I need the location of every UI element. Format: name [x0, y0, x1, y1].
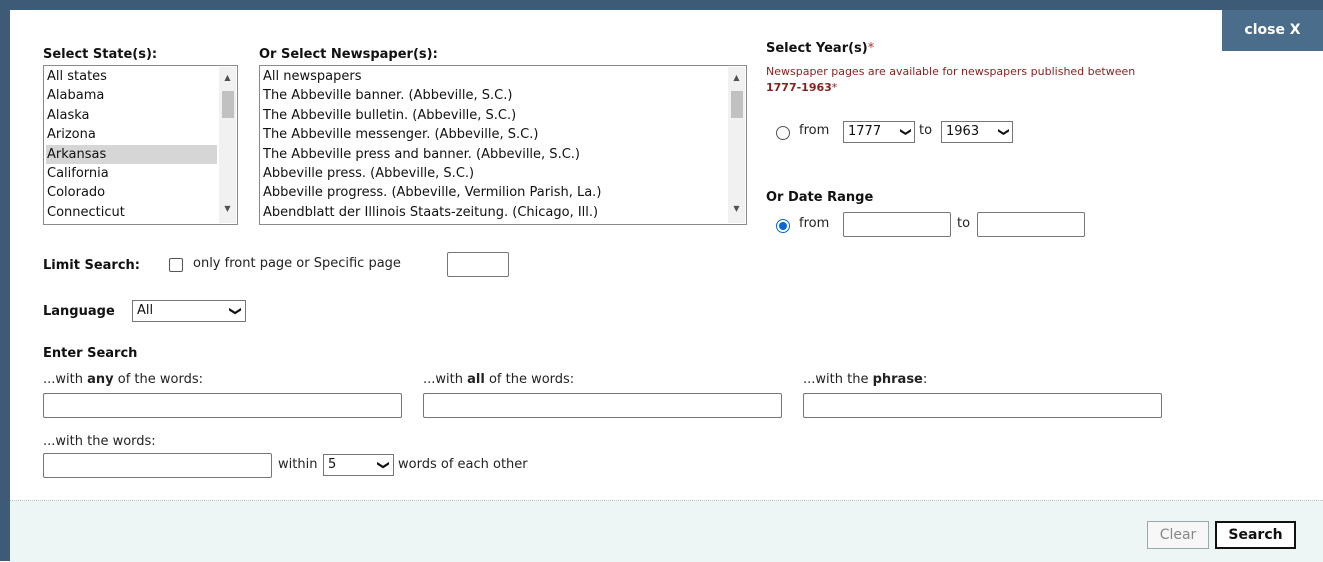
chevron-down-icon: ❯: [899, 127, 913, 137]
chevron-down-icon: ❯: [997, 127, 1011, 137]
newspaper-listbox[interactable]: All newspapers The Abbeville banner. (Abb…: [259, 65, 747, 225]
required-mark: *: [867, 41, 875, 56]
newspaper-option[interactable]: The Abbeville messenger. (Abbeville, S.C…: [262, 125, 726, 144]
search-button[interactable]: Search: [1215, 521, 1296, 549]
front-page-text: only front page or Specific page: [193, 256, 401, 271]
front-page-checkbox[interactable]: [169, 258, 183, 272]
words-of-each-other-label: words of each other: [398, 457, 528, 472]
all-words-input[interactable]: [423, 393, 782, 418]
scroll-down-arrow-icon[interactable]: ▼: [728, 200, 745, 217]
newspaper-select-label: Or Select Newspaper(s):: [259, 47, 438, 62]
state-select-label: Select State(s):: [43, 47, 158, 62]
newspaper-option[interactable]: Abbeville progress. (Abbeville, Vermilio…: [262, 183, 726, 202]
all-words-label: ...with all of the words:: [423, 372, 575, 387]
chevron-down-icon: ❯: [228, 305, 243, 317]
year-from-label: from: [799, 123, 830, 138]
state-listbox[interactable]: All states Alabama Alaska Arizona Arkansas Ca…: [43, 65, 238, 225]
close-button[interactable]: close X: [1222, 10, 1323, 51]
year-select-label: Select Year(s)*: [766, 41, 875, 56]
date-from-input[interactable]: [843, 212, 951, 237]
dialog-top-border: [0, 0, 1323, 10]
enter-search-heading: Enter Search: [43, 346, 138, 361]
state-option[interactable]: California: [46, 164, 217, 183]
language-label: Language: [43, 304, 115, 319]
phrase-label: ...with the phrase:: [803, 372, 928, 387]
newspaper-option[interactable]: Abendblatt der Illinois Staats-zeitung. …: [262, 203, 726, 222]
any-words-label: ...with any of the words:: [43, 372, 204, 387]
state-option[interactable]: Arkansas: [46, 144, 217, 164]
date-to-input[interactable]: [977, 212, 1085, 237]
limit-search-label: Limit Search:: [43, 258, 141, 273]
date-from-label: from: [799, 216, 830, 231]
dialog-footer: [10, 500, 1323, 562]
year-to-select[interactable]: 1963 ❯: [941, 121, 1013, 143]
year-from-select[interactable]: 1777 ❯: [843, 121, 915, 143]
year-to-label: to: [919, 123, 933, 138]
newspaper-list-scrollbar[interactable]: ▲ ▼: [728, 67, 745, 223]
year-range-radio[interactable]: [776, 126, 790, 140]
proximity-distance-select[interactable]: 5 ❯: [323, 454, 394, 476]
scroll-down-arrow-icon[interactable]: ▼: [219, 200, 236, 217]
proximity-words-input[interactable]: [43, 453, 272, 478]
date-to-label: to: [957, 216, 971, 231]
date-range-label: Or Date Range: [766, 190, 874, 205]
state-option[interactable]: Arizona: [46, 125, 217, 144]
state-option[interactable]: Connecticut: [46, 203, 217, 222]
newspaper-option[interactable]: Abbeville press. (Abbeville, S.C.): [262, 164, 726, 183]
scroll-up-arrow-icon[interactable]: ▲: [219, 69, 236, 86]
state-option[interactable]: All states: [46, 67, 217, 86]
chevron-down-icon: ❯: [376, 459, 391, 471]
year-availability-note: Newspaper pages are available for newspa…: [766, 65, 1136, 78]
scroll-thumb[interactable]: [222, 91, 234, 118]
specific-page-input[interactable]: [447, 252, 509, 277]
within-label: within: [278, 457, 318, 472]
newspaper-option[interactable]: The Abbeville press and banner. (Abbevil…: [262, 145, 726, 164]
date-range-radio[interactable]: [776, 219, 790, 233]
newspaper-option[interactable]: The Abbeville bulletin. (Abbeville, S.C.…: [262, 106, 726, 125]
scroll-up-arrow-icon[interactable]: ▲: [728, 69, 745, 86]
year-range-note: 1777-1963*: [766, 81, 838, 94]
scroll-thumb[interactable]: [731, 91, 743, 118]
newspaper-option[interactable]: The Abbeville banner. (Abbeville, S.C.): [262, 86, 726, 105]
phrase-input[interactable]: [803, 393, 1162, 418]
state-option[interactable]: Alabama: [46, 86, 217, 105]
newspaper-option[interactable]: All newspapers: [262, 67, 726, 86]
proximity-words-label: ...with the words:: [43, 434, 156, 449]
clear-button[interactable]: Clear: [1147, 521, 1209, 549]
state-list-scrollbar[interactable]: ▲ ▼: [219, 67, 236, 223]
language-select[interactable]: All ❯: [132, 300, 246, 322]
state-option[interactable]: Alaska: [46, 106, 217, 125]
any-words-input[interactable]: [43, 393, 402, 418]
dialog-left-border: [0, 0, 10, 561]
state-option[interactable]: Colorado: [46, 183, 217, 202]
